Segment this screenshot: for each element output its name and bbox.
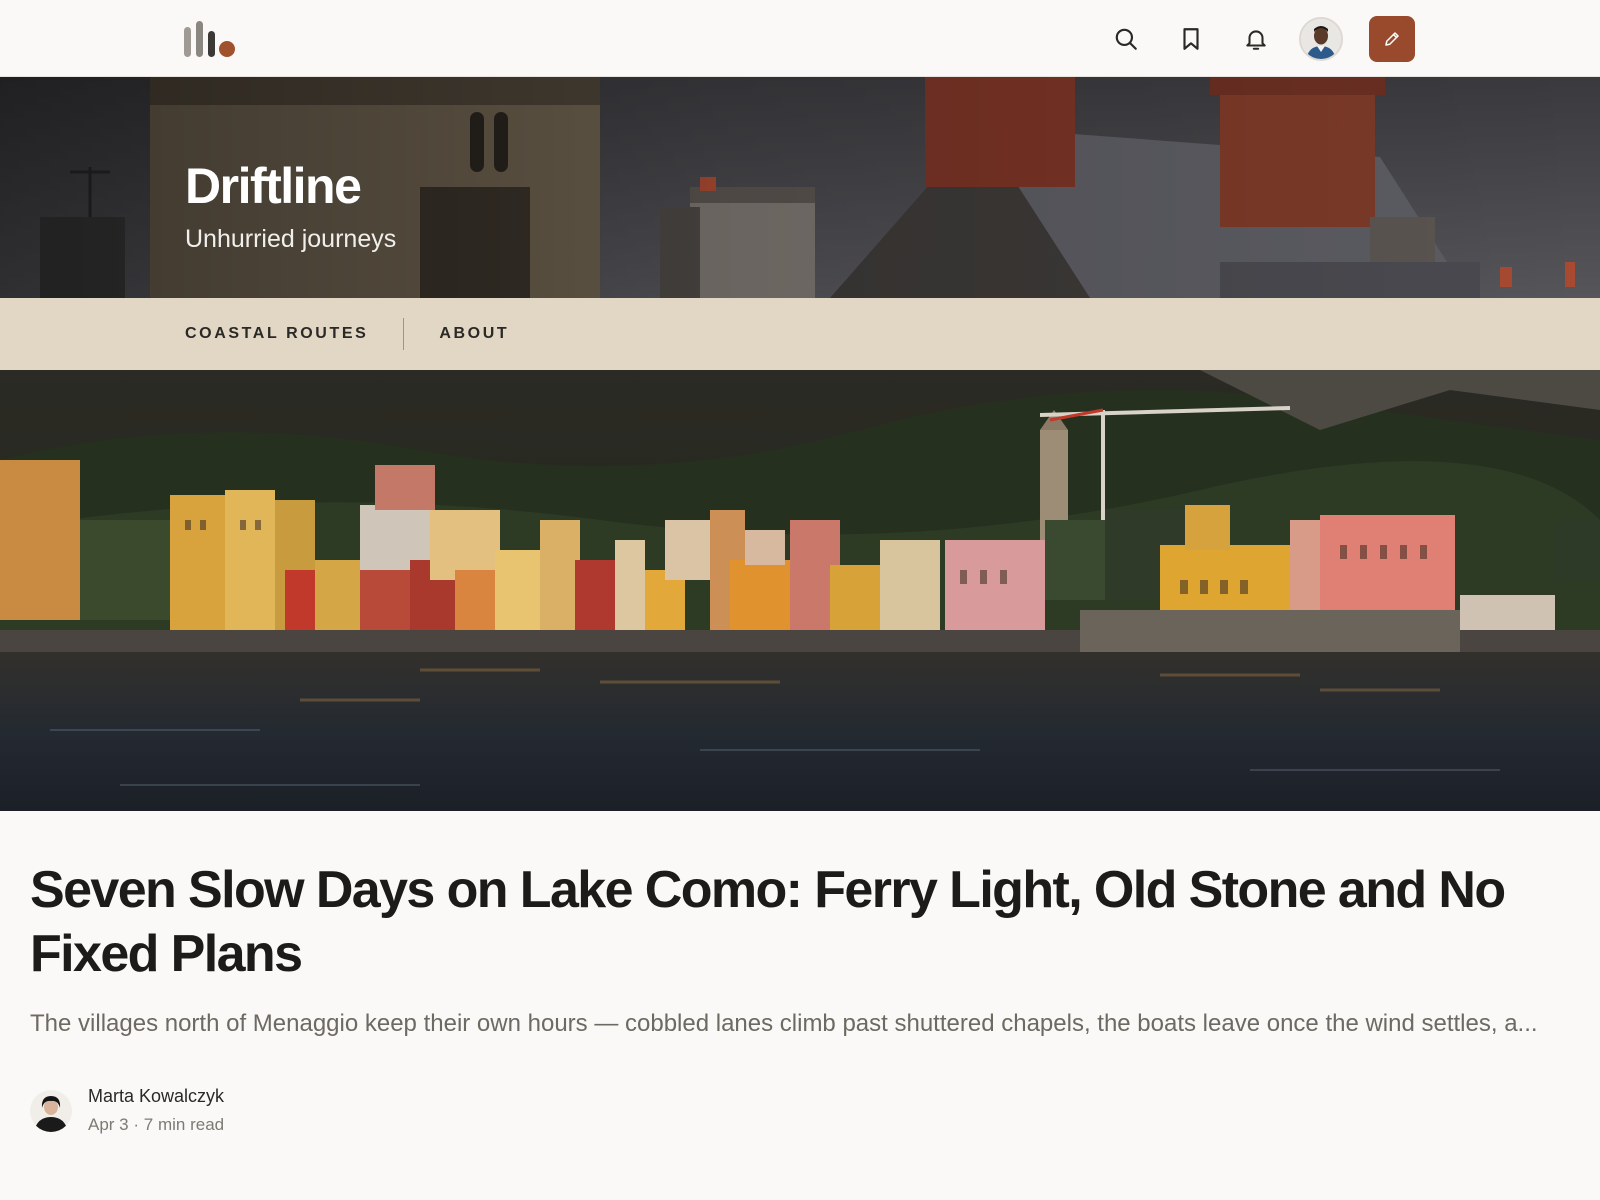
post-date: Apr 3 xyxy=(88,1115,129,1134)
post-meta: Apr 3 · 7 min read xyxy=(88,1115,224,1135)
nav-item-coastal-routes[interactable]: COASTAL ROUTES xyxy=(185,325,368,343)
user-avatar[interactable] xyxy=(1299,17,1343,61)
author-name[interactable]: Marta Kowalczyk xyxy=(88,1086,224,1107)
author-avatar[interactable] xyxy=(30,1089,72,1132)
write-button[interactable] xyxy=(1369,16,1415,62)
lakeside-village-image xyxy=(0,370,1600,811)
header-actions xyxy=(1083,16,1415,62)
bars-logo-icon[interactable] xyxy=(184,19,244,59)
search-icon xyxy=(1115,28,1137,50)
nav-divider xyxy=(403,318,405,350)
search-button[interactable] xyxy=(1104,17,1148,61)
blog-title[interactable]: Driftline xyxy=(185,157,362,215)
article-title[interactable]: Seven Slow Days on Lake Como: Ferry Ligh… xyxy=(30,858,1570,986)
blog-header: Driftline Unhurried journeys xyxy=(0,77,1600,298)
meta-separator: · xyxy=(133,1115,140,1134)
article-hero-image[interactable] xyxy=(0,370,1600,811)
top-bar xyxy=(0,0,1600,77)
article-byline: Marta Kowalczyk Apr 3 · 7 min read xyxy=(30,1086,224,1135)
bookmark-icon xyxy=(1183,28,1199,50)
nav-item-about[interactable]: ABOUT xyxy=(439,325,509,343)
article-excerpt: The villages north of Menaggio keep thei… xyxy=(30,1010,1538,1037)
blog-tagline: Unhurried journeys xyxy=(185,225,397,253)
author-meta: Marta Kowalczyk Apr 3 · 7 min read xyxy=(88,1086,224,1135)
blog-nav: COASTAL ROUTES ABOUT xyxy=(0,298,1600,370)
bell-icon xyxy=(1246,30,1266,50)
bookmark-button[interactable] xyxy=(1169,17,1213,61)
pencil-icon xyxy=(1385,32,1399,46)
read-time: 7 min read xyxy=(143,1115,225,1134)
notifications-button[interactable] xyxy=(1234,17,1278,61)
